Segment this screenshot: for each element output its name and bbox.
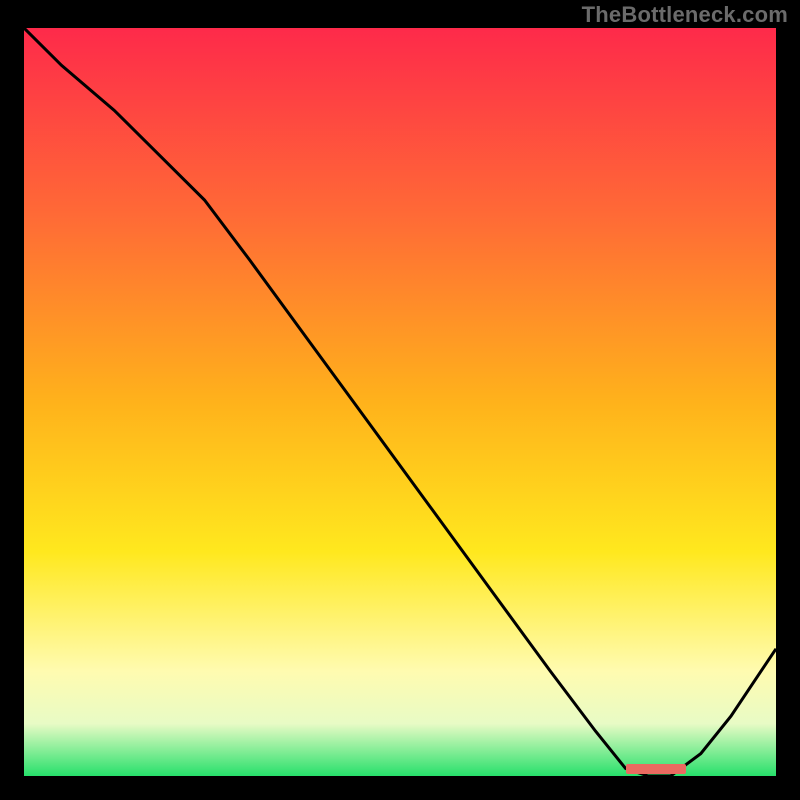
curve-layer (24, 28, 776, 776)
attribution-text: TheBottleneck.com (582, 2, 788, 28)
chart-stage: TheBottleneck.com (0, 0, 800, 800)
optimum-marker (626, 764, 686, 774)
plot-frame (24, 28, 776, 776)
performance-curve (24, 28, 776, 776)
